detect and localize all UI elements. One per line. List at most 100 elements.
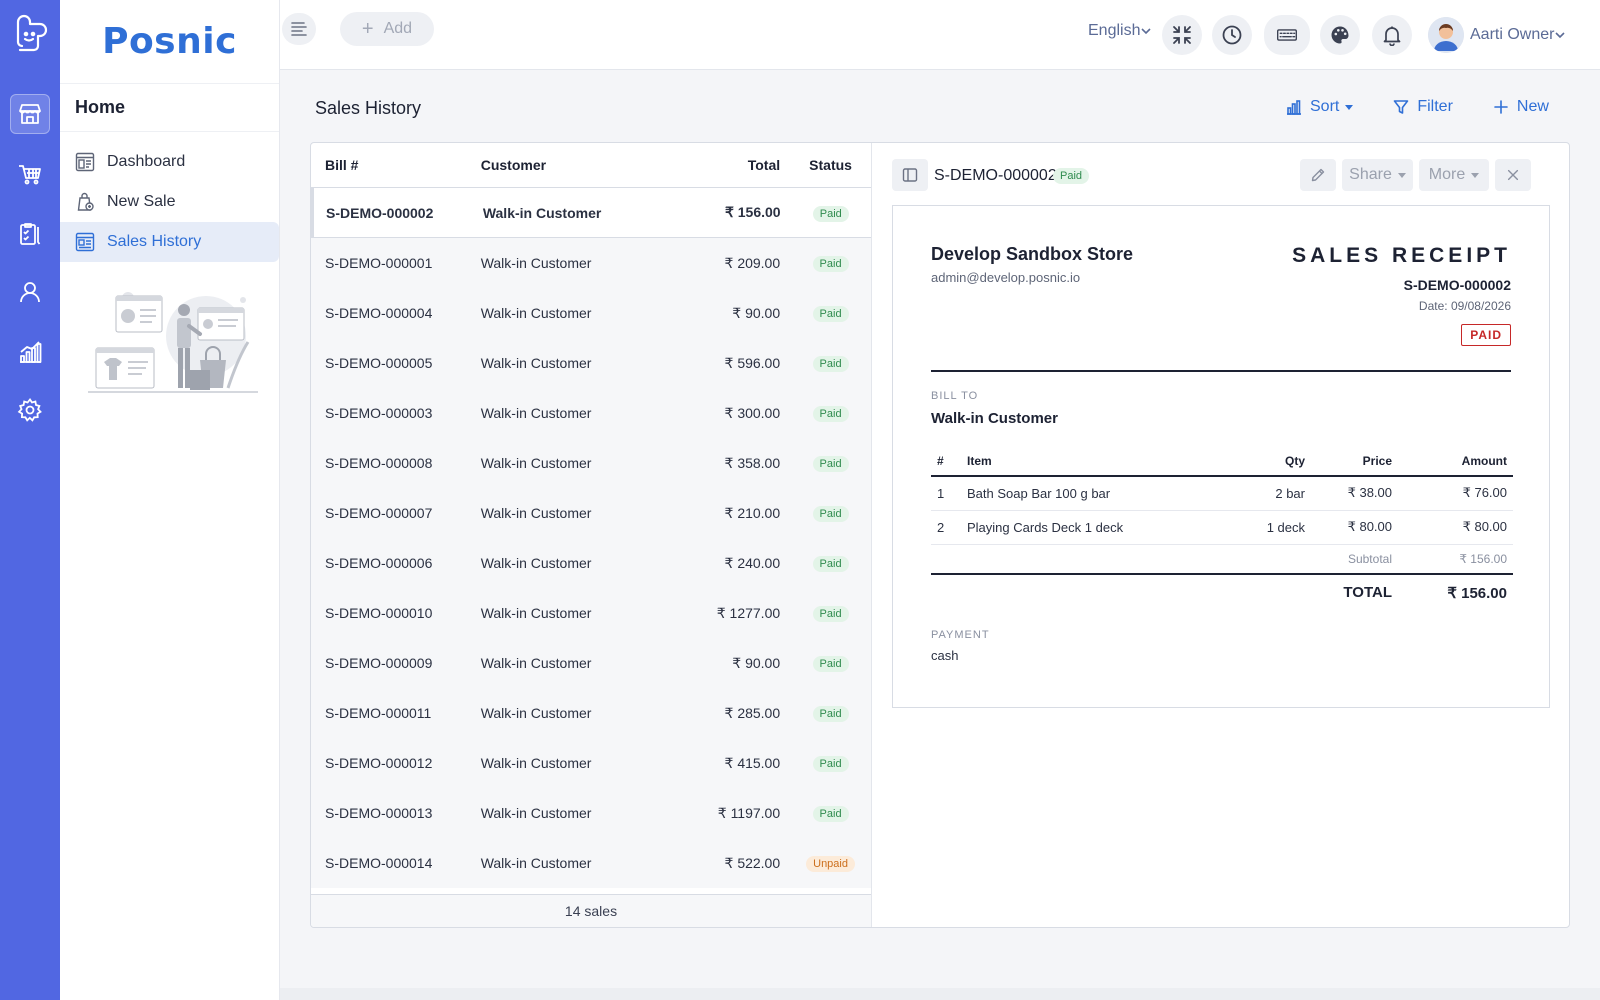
add-label: Add (383, 20, 413, 37)
status-badge: Paid (812, 606, 849, 622)
app-logo-icon[interactable] (10, 12, 48, 52)
toggle-list-button[interactable] (892, 159, 928, 191)
close-button[interactable] (1495, 159, 1531, 191)
cell-status: Paid (780, 704, 871, 722)
cell-total: ₹ 210.00 (724, 504, 781, 521)
table-row[interactable]: S-DEMO-000002 Walk-in Customer ₹ 156.00 … (311, 188, 871, 238)
sidebar-nav: Dashboard New Sale Sales History (60, 132, 279, 262)
sidebar-item-new-sale[interactable]: New Sale (60, 182, 279, 222)
table-row[interactable]: S-DEMO-000010 Walk-in Customer ₹ 1277.00… (311, 588, 871, 638)
language-value: English (1088, 22, 1141, 39)
chevron-down-icon (1141, 28, 1152, 35)
sidebar: Posnic Home Dashboard New Sale Sales His… (60, 0, 280, 1000)
payment-label: PAYMENT (931, 629, 990, 641)
col-amount: Amount (1392, 446, 1513, 477)
item-row: 1 Bath Soap Bar 100 g bar 2 bar ₹ 38.00 … (931, 476, 1513, 511)
theme-button[interactable] (1320, 15, 1360, 55)
table-row[interactable]: S-DEMO-000001 Walk-in Customer ₹ 209.00 … (311, 238, 871, 288)
add-button[interactable]: + Add (340, 12, 434, 46)
cell-total: ₹ 156.00 (724, 204, 781, 220)
sidebar-item-sales-history[interactable]: Sales History (60, 222, 279, 262)
receipt-number: S-DEMO-000002 (1403, 277, 1511, 293)
table-row[interactable]: S-DEMO-000014 Walk-in Customer ₹ 522.00 … (311, 838, 871, 888)
table-row[interactable]: S-DEMO-000007 Walk-in Customer ₹ 210.00 … (311, 488, 871, 538)
status-badge: Paid (1053, 168, 1090, 184)
cell-customer: Walk-in Customer (480, 355, 592, 371)
cell-total: ₹ 209.00 (724, 254, 781, 271)
cell-bill: S-DEMO-000006 (325, 555, 433, 571)
empty-cell (967, 544, 1215, 575)
bell-icon (1383, 26, 1401, 46)
cell-customer: Walk-in Customer (480, 605, 592, 621)
cell-customer: Walk-in Customer (480, 505, 592, 521)
edit-button[interactable] (1300, 159, 1336, 191)
rail-settings[interactable] (10, 390, 50, 430)
table-row[interactable]: S-DEMO-000008 Walk-in Customer ₹ 358.00 … (311, 438, 871, 488)
table-row[interactable]: S-DEMO-000009 Walk-in Customer ₹ 90.00 P… (311, 638, 871, 688)
history-button[interactable] (1212, 15, 1252, 55)
notifications-button[interactable] (1372, 15, 1412, 55)
keyboard-button[interactable] (1264, 15, 1310, 55)
cell-total: ₹ 240.00 (724, 554, 781, 571)
bar-chart-icon (20, 341, 42, 363)
rail-clipboard[interactable] (10, 214, 50, 254)
cell-customer: Walk-in Customer (480, 805, 592, 821)
header-bill[interactable]: Bill # (311, 157, 481, 173)
header-total[interactable]: Total (690, 157, 780, 173)
share-button[interactable]: Share (1342, 159, 1413, 191)
bottom-strip (280, 988, 1600, 1000)
cell-bill: S-DEMO-000014 (325, 855, 433, 871)
cell-bill: S-DEMO-000013 (325, 805, 433, 821)
bill-to-label: BILL TO (931, 390, 979, 402)
cell-total: ₹ 358.00 (724, 454, 781, 471)
cell-status: Paid (780, 604, 871, 622)
fullscreen-button[interactable] (1162, 15, 1202, 55)
header-customer[interactable]: Customer (481, 157, 691, 173)
item-name: Playing Cards Deck 1 deck (967, 510, 1215, 545)
cell-total: ₹ 415.00 (724, 754, 781, 771)
sort-button[interactable]: Sort (1286, 98, 1354, 116)
item-qty: 2 bar (1215, 476, 1305, 511)
status-badge: Paid (812, 656, 849, 672)
cell-total: ₹ 1197.00 (717, 804, 781, 821)
store-email: admin@develop.posnic.io (931, 270, 1081, 285)
total-row: TOTAL ₹ 156.00 (931, 574, 1513, 610)
table-row[interactable]: S-DEMO-000011 Walk-in Customer ₹ 285.00 … (311, 688, 871, 738)
sidebar-item-dashboard[interactable]: Dashboard (60, 142, 279, 182)
rail-user[interactable] (10, 272, 50, 312)
table-row[interactable]: S-DEMO-000013 Walk-in Customer ₹ 1197.00… (311, 788, 871, 838)
chevron-down-icon (1555, 32, 1566, 39)
status-badge: Paid (812, 706, 849, 722)
cell-status: Paid (780, 354, 871, 372)
rail-reports[interactable] (10, 332, 50, 372)
cell-total: ₹ 1277.00 (716, 604, 781, 621)
language-select[interactable]: English (1088, 22, 1152, 40)
rail-store[interactable] (10, 94, 50, 134)
new-button[interactable]: New (1493, 98, 1549, 116)
caret-down-icon (1471, 172, 1480, 178)
brand-name: Posnic (102, 21, 237, 62)
brand[interactable]: Posnic (60, 0, 279, 84)
cell-status: Paid (780, 804, 871, 822)
table-row[interactable]: S-DEMO-000003 Walk-in Customer ₹ 300.00 … (311, 388, 871, 438)
menu-toggle-button[interactable] (282, 13, 316, 45)
table-row[interactable]: S-DEMO-000012 Walk-in Customer ₹ 415.00 … (311, 738, 871, 788)
filter-button[interactable]: Filter (1393, 98, 1453, 116)
cell-status: Paid (780, 754, 871, 772)
cell-bill: S-DEMO-000009 (325, 655, 433, 671)
table-row[interactable]: S-DEMO-000006 Walk-in Customer ₹ 240.00 … (311, 538, 871, 588)
more-button[interactable]: More (1419, 159, 1489, 191)
col-number: # (931, 446, 967, 477)
item-qty: 1 deck (1215, 510, 1305, 545)
rail-cart[interactable] (10, 154, 50, 194)
table-row[interactable]: S-DEMO-000004 Walk-in Customer ₹ 90.00 P… (311, 288, 871, 338)
table-row[interactable]: S-DEMO-000005 Walk-in Customer ₹ 596.00 … (311, 338, 871, 388)
user-menu[interactable]: Aarti Owner (1428, 17, 1566, 53)
status-badge: Paid (812, 456, 849, 472)
caret-down-icon (1345, 104, 1354, 110)
header-status[interactable]: Status (780, 157, 871, 173)
divider (931, 370, 1511, 372)
cell-status: Paid (780, 554, 871, 572)
sidebar-title: Home (60, 84, 279, 132)
item-amount: ₹ 76.00 (1392, 476, 1513, 511)
